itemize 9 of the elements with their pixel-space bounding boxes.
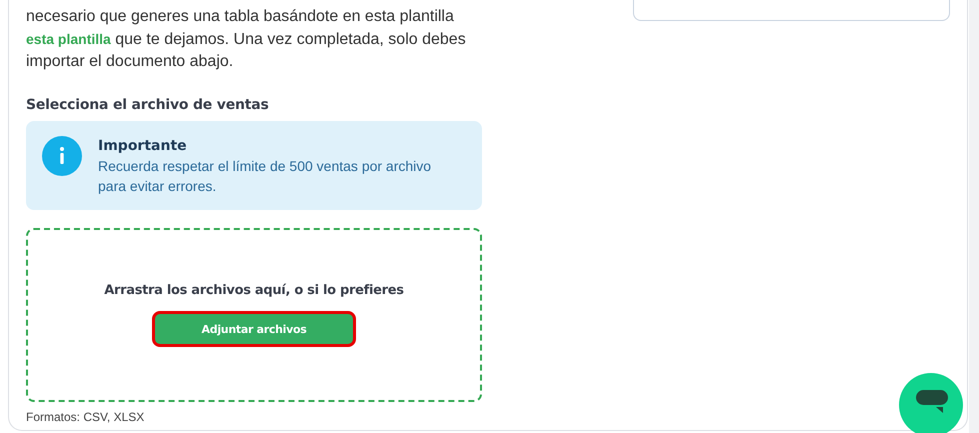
formats-note: Formatos: CSV, XLSX bbox=[26, 410, 146, 424]
chat-icon bbox=[916, 390, 950, 414]
section-title: Selecciona el archivo de ventas bbox=[26, 97, 270, 113]
intro-paragraph: necesario que generes una tabla basándote en esta plantilla esta plantilla que te dejamos. Una vez completada, solo debes importar el documento abajo. bbox=[26, 7, 467, 72]
notice-title: Importante bbox=[98, 137, 188, 156]
notice-text: Recuerda respetar el límite de 500 ventas por archivo para evitar errores. bbox=[98, 157, 432, 196]
dropzone-prompt: Arrastra los archivos aquí, o si lo prefieres bbox=[104, 283, 404, 298]
dropzone[interactable]: Arrastra los archivos aquí, o si lo prefieres Adjuntar archivos bbox=[26, 228, 482, 402]
info-icon bbox=[42, 136, 82, 176]
